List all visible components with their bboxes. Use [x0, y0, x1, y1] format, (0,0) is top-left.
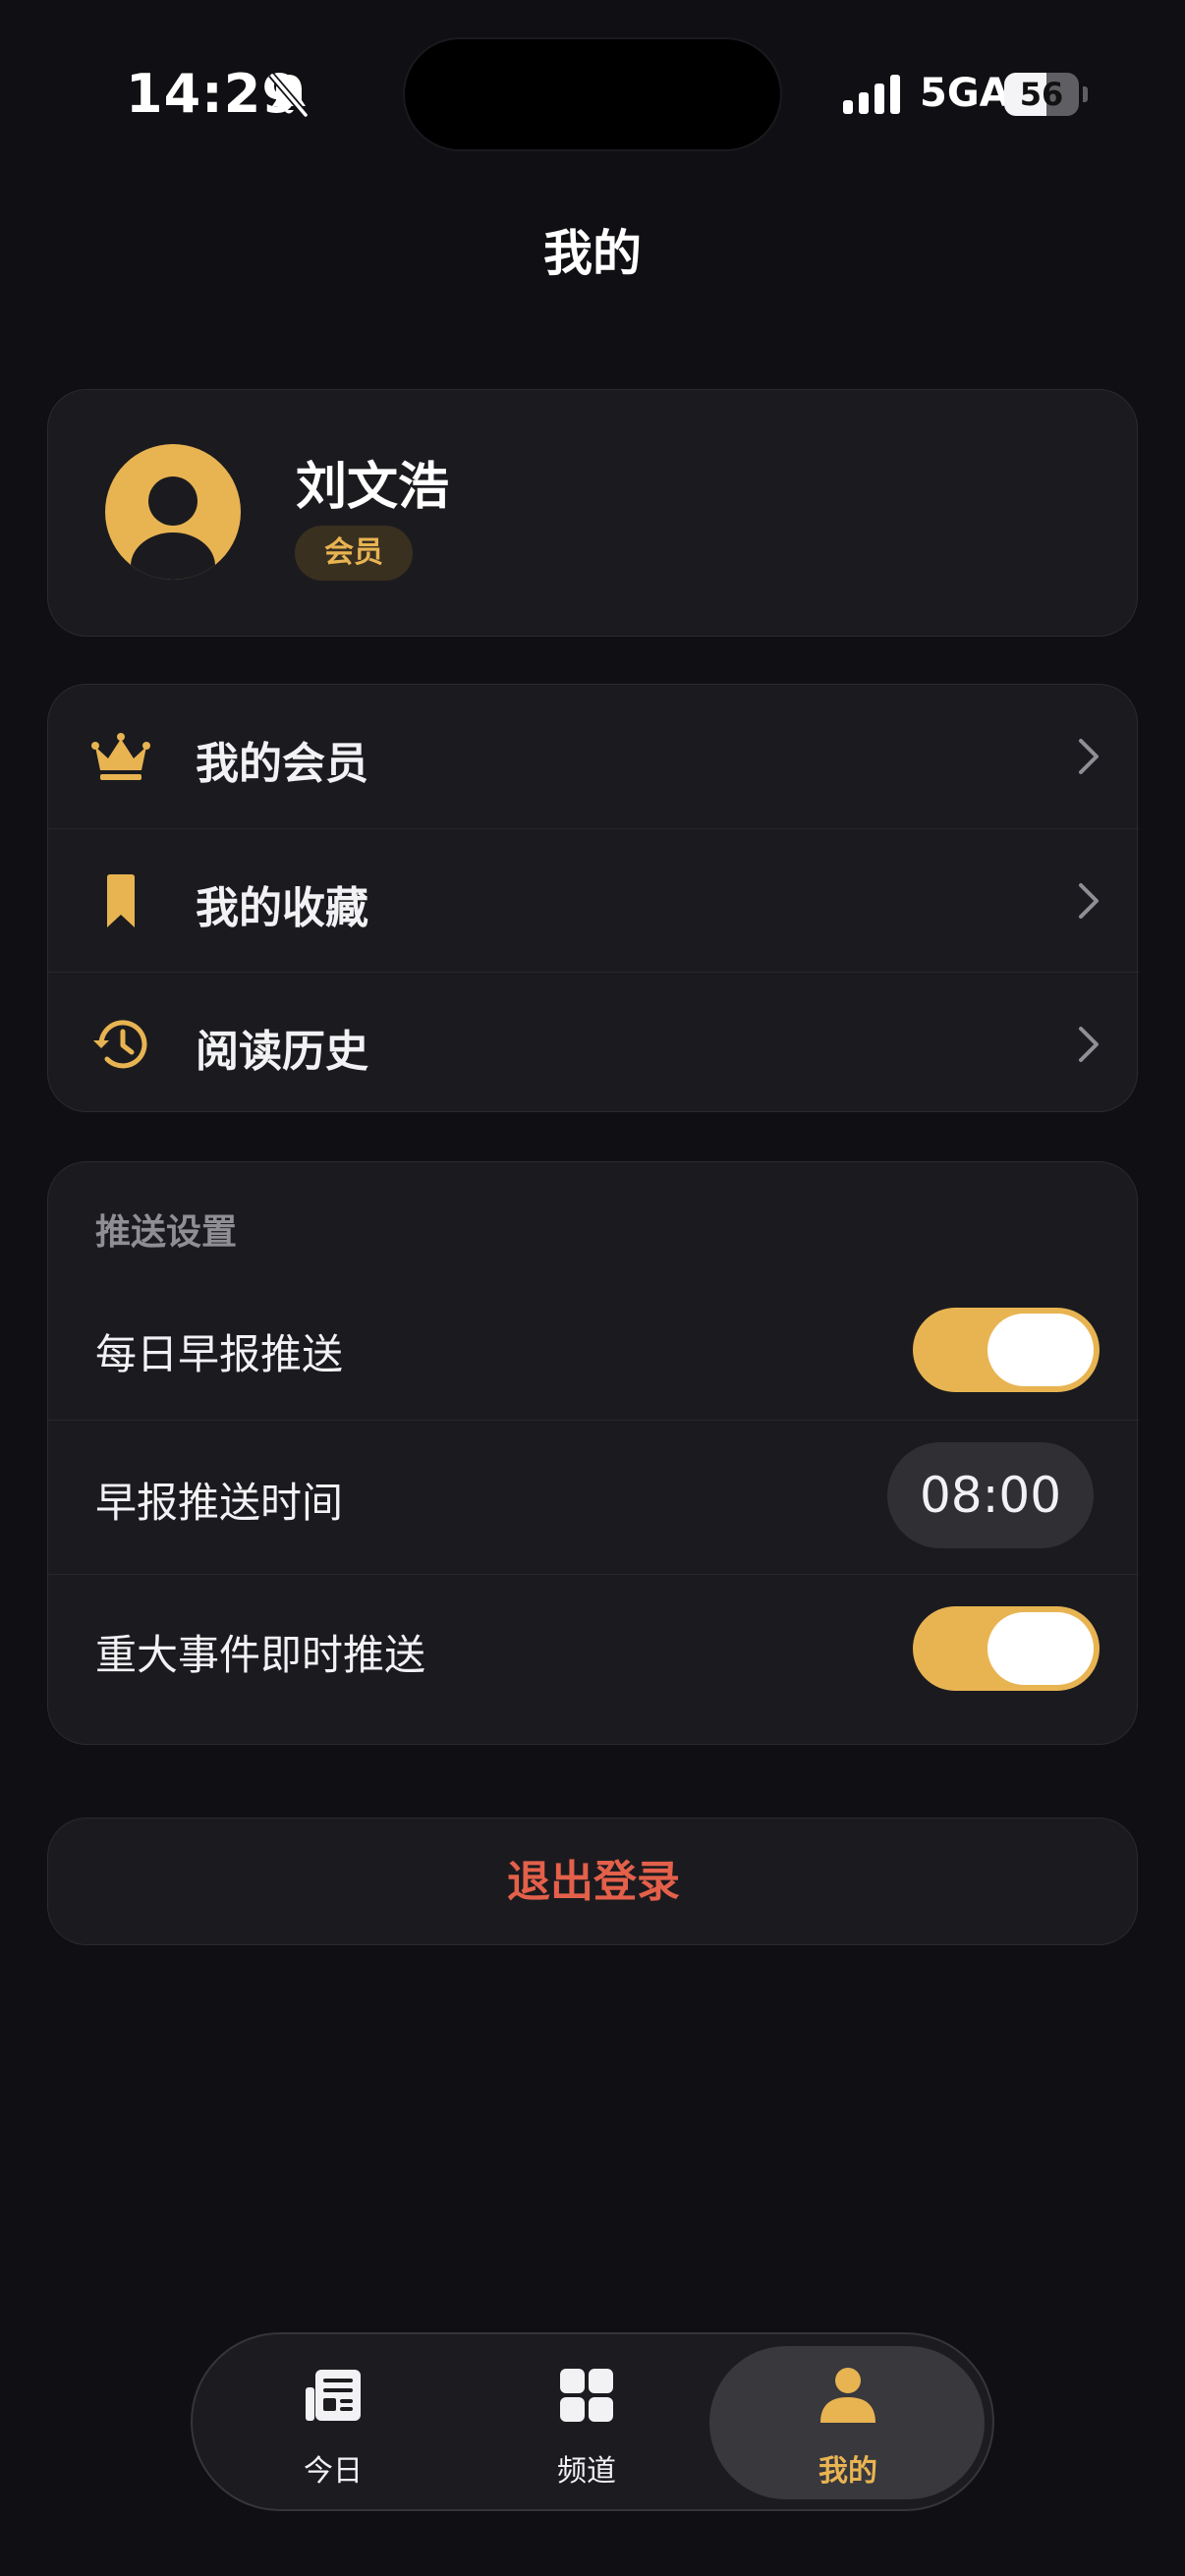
tab-bar: 今日 频道 我的 [191, 2332, 994, 2511]
bookmark-icon [107, 874, 135, 927]
user-avatar-icon [105, 444, 241, 580]
battery-percentage: 56 [1019, 76, 1064, 113]
setting-row-daily-push: 每日早报推送 [48, 1280, 1139, 1420]
menu-item-history[interactable]: 阅读历史 [48, 972, 1139, 1115]
section-title: 推送设置 [95, 1212, 238, 1253]
setting-label: 每日早报推送 [95, 1330, 344, 1378]
status-bar: 14:29 5GA 56 [0, 0, 1185, 187]
push-settings-card: 推送设置 每日早报推送 早报推送时间 08:00 重大事件即时推送 [47, 1161, 1139, 1745]
battery-icon: 56 [1004, 73, 1088, 116]
grid-icon [560, 2369, 613, 2422]
tab-label: 我的 [818, 2454, 877, 2489]
logout-button[interactable]: 退出登录 [47, 1818, 1138, 1945]
breaking-push-toggle[interactable] [913, 1606, 1100, 1691]
history-icon [93, 1020, 147, 1069]
menu-item-label: 我的收藏 [196, 883, 368, 933]
user-name: 刘文浩 [296, 458, 450, 517]
toggle-knob [988, 1314, 1094, 1386]
tab-label: 今日 [304, 2454, 363, 2489]
chevron-right-icon [1079, 739, 1099, 774]
person-icon [820, 2368, 875, 2423]
setting-label: 早报推送时间 [95, 1479, 344, 1527]
setting-label: 重大事件即时推送 [95, 1631, 426, 1679]
setting-row-breaking-push: 重大事件即时推送 [48, 1575, 1139, 1722]
setting-row-push-time: 早报推送时间 08:00 [48, 1421, 1139, 1574]
bell-slash-icon [268, 72, 310, 119]
menu-card: 我的会员 我的收藏 阅读历史 [47, 684, 1139, 1115]
menu-item-label: 我的会员 [196, 739, 368, 789]
dynamic-island [403, 37, 782, 151]
my-page-screen: 14:29 5GA 56 我的 刘文浩 会员 我的会员 我的收藏 阅读历史 推送… [0, 0, 1185, 2576]
menu-item-favorites[interactable]: 我的收藏 [48, 828, 1139, 972]
push-time-picker[interactable]: 08:00 [887, 1442, 1094, 1548]
member-badge: 会员 [295, 526, 413, 581]
chevron-right-icon [1079, 1027, 1099, 1062]
chevron-right-icon [1079, 883, 1099, 919]
menu-item-membership[interactable]: 我的会员 [48, 685, 1139, 828]
cellular-signal-icon [843, 75, 900, 114]
profile-card[interactable]: 刘文浩 会员 [47, 389, 1138, 637]
network-type: 5GA [920, 71, 1010, 116]
tab-channels[interactable]: 频道 [454, 2334, 719, 2509]
page-title: 我的 [543, 225, 642, 282]
tab-mine[interactable]: 我的 [715, 2334, 981, 2509]
toggle-knob [988, 1612, 1094, 1685]
crown-icon [91, 733, 150, 780]
daily-push-toggle[interactable] [913, 1308, 1100, 1392]
newspaper-icon [306, 2370, 361, 2421]
menu-item-label: 阅读历史 [196, 1027, 368, 1077]
tab-today[interactable]: 今日 [200, 2334, 466, 2509]
tab-label: 频道 [557, 2454, 616, 2489]
logout-label: 退出登录 [507, 1857, 680, 1907]
